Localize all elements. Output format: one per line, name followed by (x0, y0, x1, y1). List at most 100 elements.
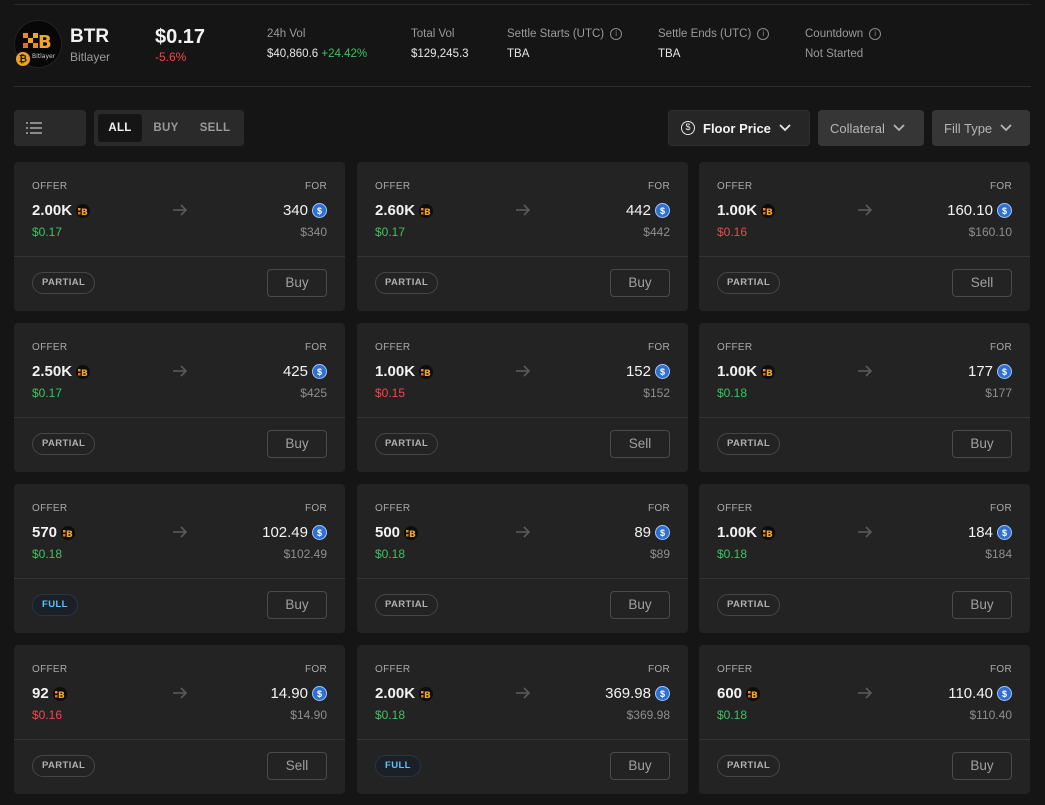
offer-card[interactable]: OFFER FOR 1.00K B 160.10 $ $0.16 $160.10… (699, 162, 1030, 311)
for-usd-value: $89 (649, 547, 670, 561)
svg-text:B: B (38, 32, 52, 51)
filter-buy-button[interactable]: BUY (144, 114, 188, 142)
buy-button[interactable]: Buy (267, 269, 327, 297)
offer-label: OFFER (375, 503, 411, 514)
for-amount-value: 102.49 (262, 524, 308, 541)
offer-label: OFFER (32, 664, 68, 675)
svg-text:B: B (766, 530, 773, 538)
offer-card[interactable]: OFFER FOR 2.00K B 369.98 $ $0.18 $369.98… (357, 645, 688, 794)
filter-sell-button[interactable]: SELL (192, 114, 238, 142)
header-divider (14, 86, 1031, 87)
offer-card[interactable]: OFFER FOR 570 B 102.49 $ $0.18 $102.49 F… (14, 484, 345, 633)
for-label: FOR (647, 503, 670, 514)
for-amount: 152 $ (626, 363, 670, 380)
usdc-token-icon: $ (655, 203, 670, 218)
for-amount: 442 $ (626, 202, 670, 219)
offer-card[interactable]: OFFER FOR 600 B 110.40 $ $0.18 $110.40 P… (699, 645, 1030, 794)
for-amount-value: 89 (634, 524, 651, 541)
buy-button[interactable]: Buy (610, 752, 670, 780)
dropdown-label: Collateral (830, 120, 885, 136)
offer-card[interactable]: OFFER FOR 1.00K B 184 $ $0.18 $184 PARTI… (699, 484, 1030, 633)
fill-type-badge: FULL (32, 594, 78, 616)
card-divider (14, 256, 345, 257)
stat-value: $40,860.6 (267, 48, 319, 60)
offer-label: OFFER (375, 664, 411, 675)
for-usd-value: $160.10 (968, 225, 1012, 239)
fill-type-badge: PARTIAL (375, 433, 439, 455)
fill-type-badge: PARTIAL (717, 594, 781, 616)
svg-text:B: B (766, 369, 773, 377)
fill-type-dropdown[interactable]: Fill Type (932, 110, 1030, 146)
stat-value: TBA (507, 48, 530, 60)
for-label: FOR (989, 503, 1012, 514)
for-usd-value: $152 (643, 386, 670, 400)
side-filter: ALL BUY SELL (94, 110, 244, 146)
btr-token-icon: B (52, 686, 67, 701)
arrow-right-icon (858, 687, 873, 699)
usdc-token-icon: $ (655, 686, 670, 701)
collateral-dropdown[interactable]: Collateral (818, 110, 924, 146)
offer-card[interactable]: OFFER FOR 1.00K B 152 $ $0.15 $152 PARTI… (357, 323, 688, 472)
usdc-token-icon: $ (655, 364, 670, 379)
btr-token-icon: B (761, 203, 776, 218)
card-divider (14, 417, 345, 418)
for-amount: 14.90 $ (270, 685, 327, 702)
card-divider (699, 578, 1030, 579)
sell-button[interactable]: Sell (610, 430, 670, 458)
info-icon[interactable]: i (610, 28, 623, 40)
unit-price: $0.16 (717, 225, 748, 239)
buy-button[interactable]: Buy (610, 269, 670, 297)
top-divider (14, 4, 1031, 5)
token-price: $0.17 (155, 26, 206, 48)
offer-amount-value: 1.00K (717, 202, 758, 219)
buy-button[interactable]: Buy (610, 591, 670, 619)
buy-button[interactable]: Buy (267, 430, 327, 458)
arrow-right-icon (173, 365, 188, 377)
chevron-down-icon (779, 124, 791, 132)
offer-amount: 1.00K B (717, 202, 776, 219)
offer-card[interactable]: OFFER FOR 2.60K B 442 $ $0.17 $442 PARTI… (357, 162, 688, 311)
for-amount: 340 $ (283, 202, 327, 219)
sell-button[interactable]: Sell (267, 752, 327, 780)
logo-wordmark: Bitlayer (32, 53, 56, 60)
offer-amount: 1.00K B (717, 524, 776, 541)
filter-all-button[interactable]: ALL (98, 114, 142, 142)
offer-amount: 2.00K B (375, 685, 434, 702)
for-label: FOR (304, 664, 327, 675)
sort-floor-price-dropdown[interactable]: $ Floor Price (668, 110, 810, 146)
offer-card[interactable]: OFFER FOR 2.50K B 425 $ $0.17 $425 PARTI… (14, 323, 345, 472)
svg-text:B: B (424, 369, 431, 377)
offer-card[interactable]: OFFER FOR 500 B 89 $ $0.18 $89 PARTIAL B… (357, 484, 688, 633)
info-icon[interactable]: i (869, 28, 882, 40)
list-view-button[interactable] (20, 114, 48, 142)
btr-token-icon: B (761, 525, 776, 540)
info-icon[interactable]: i (757, 28, 770, 40)
usdc-token-icon: $ (655, 525, 670, 540)
buy-button[interactable]: Buy (952, 430, 1012, 458)
offer-amount-value: 2.00K (375, 685, 416, 702)
sell-button[interactable]: Sell (952, 269, 1012, 297)
arrow-right-icon (173, 526, 188, 538)
fill-type-badge: PARTIAL (32, 433, 96, 455)
offer-label: OFFER (717, 181, 753, 192)
arrow-right-icon (173, 204, 188, 216)
offer-amount: 92 B (32, 685, 67, 702)
for-amount-value: 425 (282, 363, 308, 380)
bitlayer-badge-icon: ₿ (15, 51, 31, 67)
offer-card[interactable]: OFFER FOR 2.00K B 340 $ $0.17 $340 PARTI… (14, 162, 345, 311)
offer-amount-value: 1.00K (717, 524, 758, 541)
fill-type-badge: PARTIAL (32, 755, 96, 777)
unit-price: $0.18 (717, 708, 748, 722)
btr-token-icon: B (419, 364, 434, 379)
offer-amount: 1.00K B (375, 363, 434, 380)
arrow-right-icon (516, 687, 531, 699)
offer-card[interactable]: OFFER FOR 1.00K B 177 $ $0.18 $177 PARTI… (699, 323, 1030, 472)
chevron-down-icon (1000, 124, 1012, 132)
buy-button[interactable]: Buy (267, 591, 327, 619)
buy-button[interactable]: Buy (952, 591, 1012, 619)
stat-settle-ends: Settle Ends (UTC) i TBA (658, 28, 770, 60)
list-icon (26, 122, 42, 134)
stat-value: TBA (658, 48, 681, 60)
offer-card[interactable]: OFFER FOR 92 B 14.90 $ $0.16 $14.90 PART… (14, 645, 345, 794)
buy-button[interactable]: Buy (952, 752, 1012, 780)
